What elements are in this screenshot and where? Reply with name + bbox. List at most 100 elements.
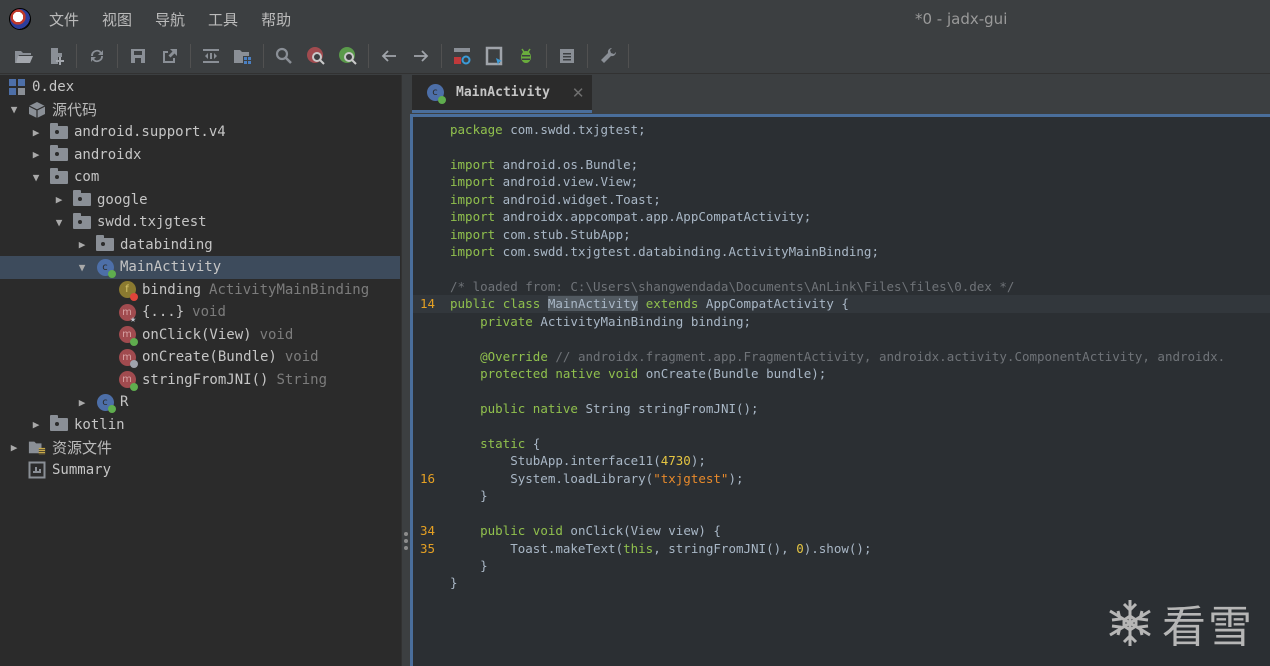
tree-item[interactable]: ▼ 源代码 xyxy=(0,99,400,122)
usage-search-button[interactable] xyxy=(337,45,359,67)
expand-arrow-icon[interactable]: ▼ xyxy=(8,103,20,116)
code-line[interactable]: import android.widget.Toast; xyxy=(413,191,1270,208)
preferences-button[interactable] xyxy=(597,45,619,67)
collapse-arrow-icon[interactable]: ▶ xyxy=(8,441,20,454)
forward-button[interactable] xyxy=(410,45,432,67)
code-editor[interactable]: package com.swdd.txjgtest; import android… xyxy=(410,114,1270,666)
tree-item[interactable]: ▶ kotlin xyxy=(0,414,400,437)
code-line[interactable]: } xyxy=(413,557,1270,574)
menu-navigation[interactable]: 导航 xyxy=(155,9,185,30)
package-folder-icon xyxy=(50,167,68,186)
collapse-arrow-icon[interactable]: ▶ xyxy=(76,238,88,251)
code-line[interactable] xyxy=(413,261,1270,278)
tree-item[interactable]: Summary xyxy=(0,459,400,482)
code-line[interactable]: package com.swdd.txjgtest; xyxy=(413,121,1270,138)
code-line[interactable]: import androidx.appcompat.app.AppCompatA… xyxy=(413,208,1270,225)
debugger-button[interactable] xyxy=(515,45,537,67)
sync-with-editor-button[interactable] xyxy=(200,45,222,67)
collapse-arrow-icon[interactable]: ▶ xyxy=(30,418,42,431)
tree-item[interactable]: ▼ c MainActivity xyxy=(0,256,400,279)
code-line[interactable]: /* loaded from: C:\Users\shangwendada\Do… xyxy=(413,278,1270,295)
expand-arrow-icon[interactable]: ▼ xyxy=(76,261,88,274)
code-line[interactable] xyxy=(413,330,1270,347)
code-line[interactable]: } xyxy=(413,487,1270,504)
collapse-arrow-icon[interactable]: ▶ xyxy=(76,396,88,409)
jadx-logo-icon xyxy=(9,8,31,30)
show-smali-button[interactable] xyxy=(483,45,505,67)
code-line[interactable] xyxy=(413,383,1270,400)
code-text: import android.view.View; xyxy=(450,174,639,190)
code-line[interactable]: protected native void onCreate(Bundle bu… xyxy=(413,365,1270,382)
open-file-button[interactable] xyxy=(13,45,35,67)
tree-item[interactable]: ▶ databinding xyxy=(0,234,400,257)
splitter-grip[interactable] xyxy=(403,532,408,550)
tree-item-label: databinding xyxy=(120,236,213,253)
menu-help[interactable]: 帮助 xyxy=(261,9,291,30)
code-line[interactable] xyxy=(413,505,1270,522)
tree-item[interactable]: m ★ {...} void xyxy=(0,301,400,325)
deobfuscation-button[interactable] xyxy=(451,45,473,67)
collapse-arrow-icon[interactable]: ▶ xyxy=(53,193,65,206)
code-line[interactable] xyxy=(413,138,1270,155)
close-tab-icon[interactable]: ✕ xyxy=(572,84,585,102)
tree-item[interactable]: m stringFromJNI() String xyxy=(0,369,400,392)
toolbar-separator xyxy=(368,43,369,68)
tree-item[interactable]: ▼ swdd.txjgtest xyxy=(0,211,400,234)
log-viewer-button[interactable] xyxy=(556,45,578,67)
flatten-packages-button[interactable] xyxy=(232,45,254,67)
code-line[interactable]: import android.os.Bundle; xyxy=(413,156,1270,173)
tree-item-label: Summary xyxy=(52,461,112,478)
menu-view[interactable]: 视图 xyxy=(102,9,132,30)
menu-tools[interactable]: 工具 xyxy=(208,9,238,30)
tree-item[interactable]: ▶ c R xyxy=(0,391,400,414)
code-line[interactable]: 34 public void onClick(View view) { xyxy=(413,522,1270,539)
split-pane-divider[interactable] xyxy=(402,75,410,666)
tab-mainactivity[interactable]: c MainActivity ✕ xyxy=(412,75,592,113)
code-area[interactable]: package com.swdd.txjgtest; import android… xyxy=(413,121,1270,592)
tree-item[interactable]: ▶ androidx xyxy=(0,144,400,167)
add-files-button[interactable] xyxy=(45,45,67,67)
code-line[interactable]: @Override // androidx.fragment.app.Fragm… xyxy=(413,348,1270,365)
export-button[interactable] xyxy=(159,45,181,67)
text-search-button[interactable] xyxy=(273,45,295,67)
class-search-button[interactable] xyxy=(305,45,327,67)
back-button[interactable] xyxy=(378,45,400,67)
tree-item[interactable]: ▼ com xyxy=(0,166,400,189)
code-line[interactable] xyxy=(413,417,1270,434)
expand-arrow-icon[interactable]: ▼ xyxy=(53,216,65,229)
forward-arrow-icon xyxy=(414,49,429,62)
tree-item[interactable]: m onClick(View) void xyxy=(0,324,400,347)
expand-arrow-icon[interactable]: ▼ xyxy=(30,171,42,184)
code-line[interactable]: 14 public class MainActivity extends AppC… xyxy=(413,295,1270,313)
tree-item[interactable]: 0.dex xyxy=(0,76,400,99)
menu-file[interactable]: 文件 xyxy=(49,9,79,30)
tree-item[interactable]: f binding ActivityMainBinding xyxy=(0,279,400,302)
code-text: import android.os.Bundle; xyxy=(450,156,639,172)
save-all-button[interactable] xyxy=(127,45,149,67)
code-line[interactable]: 16 System.loadLibrary("txjgtest"); xyxy=(413,470,1270,487)
tree-item[interactable]: ▶ google xyxy=(0,189,400,212)
reload-button[interactable] xyxy=(86,45,108,67)
tree-item[interactable]: ▶ 资源文件 xyxy=(0,436,400,459)
code-text: static { xyxy=(480,435,541,451)
line-number: 35 xyxy=(420,540,436,556)
code-line[interactable]: import com.stub.StubApp; xyxy=(413,226,1270,243)
code-line[interactable]: StubApp.interface11(4730); xyxy=(413,452,1270,469)
code-line[interactable]: static { xyxy=(413,435,1270,452)
code-line[interactable]: import com.swdd.txjgtest.databinding.Act… xyxy=(413,243,1270,260)
tree-item[interactable]: ▶ android.support.v4 xyxy=(0,121,400,144)
collapse-arrow-icon[interactable]: ▶ xyxy=(30,148,42,161)
code-text: @Override // androidx.fragment.app.Fragm… xyxy=(480,348,1226,364)
code-line[interactable]: private ActivityMainBinding binding; xyxy=(413,313,1270,330)
code-line[interactable]: public native String stringFromJNI(); xyxy=(413,400,1270,417)
code-text: private ActivityMainBinding binding; xyxy=(480,313,752,329)
code-line[interactable]: 35 Toast.makeText(this, stringFromJNI(),… xyxy=(413,540,1270,557)
class-icon: c xyxy=(426,84,446,104)
code-line[interactable]: } xyxy=(413,574,1270,591)
tree-item-type: void xyxy=(259,326,294,343)
tree-item[interactable]: m onCreate(Bundle) void xyxy=(0,346,400,369)
code-line[interactable]: import android.view.View; xyxy=(413,173,1270,190)
tree-item-label: 资源文件 xyxy=(52,438,113,457)
package-folder-icon xyxy=(50,122,68,141)
collapse-arrow-icon[interactable]: ▶ xyxy=(30,126,42,139)
